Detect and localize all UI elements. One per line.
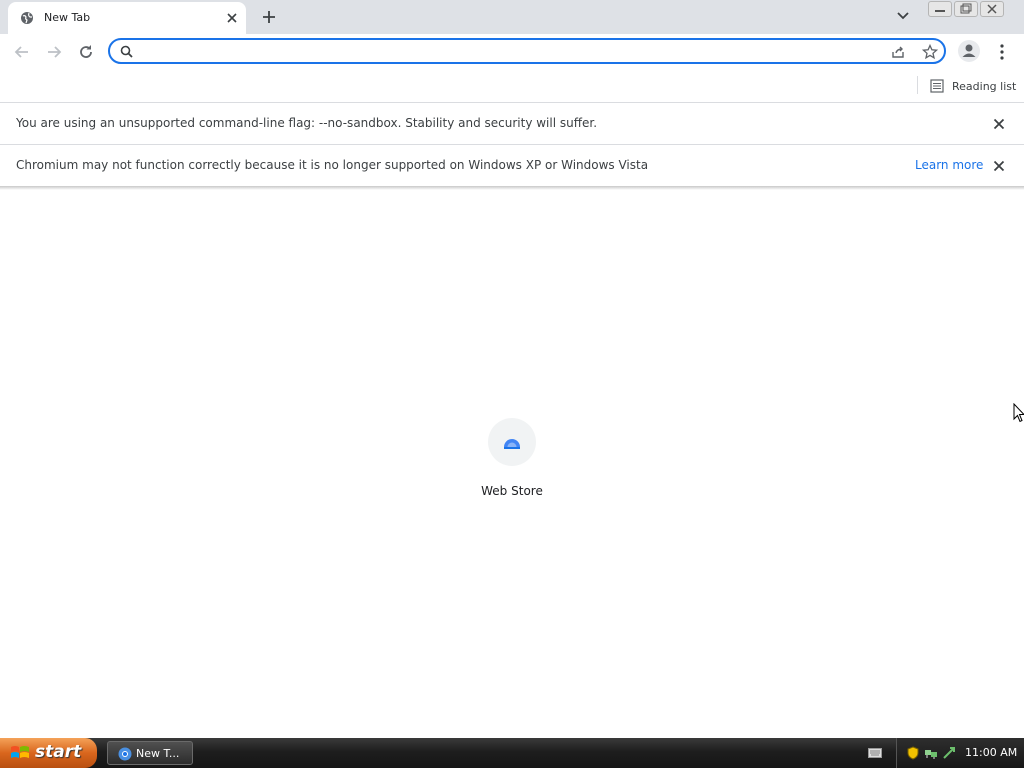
windows-flag-icon (10, 744, 30, 762)
shortcut-label: Web Store (481, 484, 543, 498)
minimize-button[interactable] (928, 1, 952, 17)
keyboard-icon[interactable] (868, 747, 882, 759)
infobar-os-unsupported: Chromium may not function correctly beca… (0, 144, 1024, 187)
new-tab-plus-icon[interactable] (260, 8, 278, 26)
reload-icon[interactable] (76, 42, 96, 62)
start-label: start (35, 742, 82, 762)
chevron-down-icon[interactable] (896, 9, 910, 23)
toolbar (0, 34, 1024, 70)
tab-new-tab[interactable]: New Tab (8, 2, 246, 34)
security-shield-icon[interactable] (907, 746, 919, 760)
tab-close-icon[interactable] (224, 10, 240, 26)
address-bar[interactable] (108, 38, 946, 64)
reading-list-button[interactable]: Reading list (930, 76, 1016, 96)
back-arrow-icon[interactable] (12, 42, 32, 62)
divider (917, 76, 918, 94)
restore-button[interactable] (954, 1, 978, 17)
search-icon (120, 45, 133, 58)
taskbar-item-label: New T... (136, 747, 180, 760)
kebab-menu-icon[interactable] (994, 42, 1010, 62)
taskbar: start New T... 11:00 AM (0, 738, 1024, 768)
forward-arrow-icon[interactable] (44, 42, 64, 62)
infobar-message: You are using an unsupported command-lin… (16, 116, 598, 130)
close-window-button[interactable] (980, 1, 1004, 17)
taskbar-item-chromium[interactable]: New T... (107, 741, 193, 765)
close-icon[interactable] (992, 117, 1006, 131)
bookmark-star-icon[interactable] (922, 44, 938, 60)
network-icon[interactable] (924, 746, 938, 760)
globe-icon (20, 11, 34, 25)
web-store-icon (504, 439, 520, 449)
bookmarks-bar: Reading list (0, 70, 1024, 102)
address-input[interactable] (140, 43, 884, 61)
window-controls (928, 1, 1006, 17)
share-icon[interactable] (890, 44, 906, 60)
infobar-sandbox-warning: You are using an unsupported command-lin… (0, 102, 1024, 145)
shortcut-tile (488, 418, 536, 466)
tab-strip: New Tab (0, 0, 1024, 34)
safely-remove-hardware-icon[interactable] (942, 746, 956, 760)
reading-list-label: Reading list (952, 79, 1017, 93)
profile-avatar-button[interactable] (958, 40, 980, 62)
infobar-shadow (0, 186, 1024, 190)
chromium-icon (118, 747, 132, 761)
person-icon (962, 44, 976, 57)
start-button[interactable]: start (0, 738, 97, 768)
shortcut-web-store[interactable]: Web Store (462, 418, 562, 498)
mouse-cursor-icon (1013, 403, 1024, 423)
tab-title: New Tab (44, 11, 91, 24)
close-icon[interactable] (992, 159, 1006, 173)
system-tray: 11:00 AM (896, 738, 1024, 768)
learn-more-link[interactable]: Learn more (915, 158, 983, 172)
reading-list-icon (930, 79, 944, 93)
clock: 11:00 AM (965, 746, 1018, 759)
infobar-message: Chromium may not function correctly beca… (16, 158, 649, 172)
